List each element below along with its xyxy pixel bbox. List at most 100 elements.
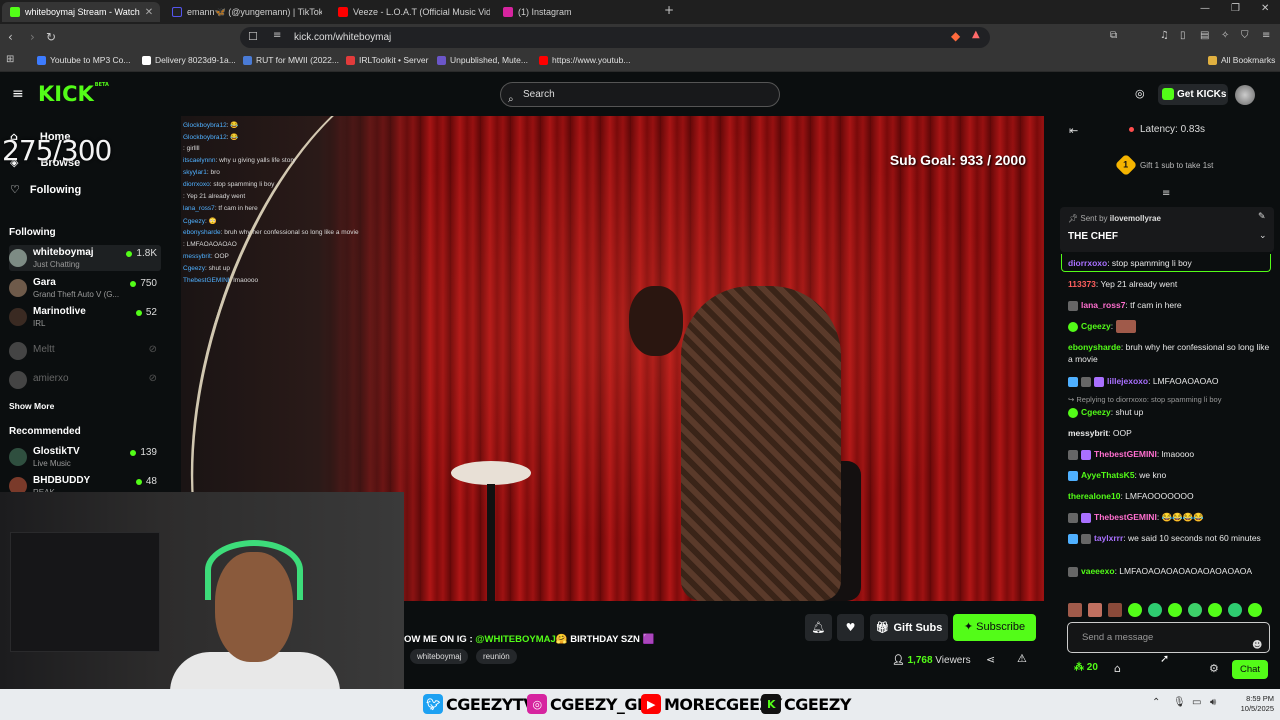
music-icon[interactable]: ♫ bbox=[1160, 30, 1169, 41]
new-tab-icon[interactable]: + bbox=[664, 3, 674, 17]
tray-chevron-icon[interactable]: ⌃ bbox=[1152, 697, 1160, 708]
emote-icon[interactable] bbox=[1168, 603, 1182, 617]
restore-icon[interactable]: ❐ bbox=[1231, 3, 1240, 14]
chevron-down-icon[interactable]: ⌄ bbox=[1259, 231, 1267, 241]
close-window-icon[interactable]: ✕ bbox=[1261, 3, 1269, 14]
tag-reunion[interactable]: reunión bbox=[476, 649, 517, 664]
chat-username[interactable]: ebonysharde bbox=[1068, 342, 1121, 352]
volume-icon[interactable]: 🔊︎ bbox=[1210, 697, 1216, 708]
sidebar-icon[interactable]: ▯ bbox=[1180, 30, 1186, 41]
reload-icon[interactable]: ↻ bbox=[46, 30, 56, 44]
pinned-message[interactable]: 📌︎ Sent by ilovemollyrae THE CHEF ✎ ⌄ bbox=[1060, 207, 1274, 252]
extensions-icon[interactable]: ⧉ bbox=[1110, 30, 1117, 41]
url-field[interactable]: kick.com/whiteboymaj bbox=[240, 27, 990, 48]
chat-username[interactable]: taylxrrr bbox=[1094, 533, 1123, 543]
channel-amierxo[interactable]: amierxo ⊘ bbox=[9, 367, 161, 393]
apps-grid-icon[interactable]: ⊞ bbox=[6, 54, 14, 65]
bookmark-delivery[interactable]: Delivery 8023d9-1a... bbox=[142, 55, 236, 65]
alert-triangle-icon[interactable]: ▲ bbox=[972, 29, 980, 40]
forward-icon[interactable]: › bbox=[30, 30, 35, 44]
channel-gara[interactable]: Gara Grand Theft Auto V (G... 750 bbox=[9, 275, 161, 301]
bookmark-unpublished[interactable]: Unpublished, Mute... bbox=[437, 55, 528, 65]
chat-username[interactable]: vaeeexo bbox=[1081, 566, 1115, 576]
bookmark-irltoolkit[interactable]: IRLToolkit • Server bbox=[346, 55, 428, 65]
channel-points[interactable]: ⁂ 20 bbox=[1074, 662, 1098, 673]
emoji-icon[interactable]: ☻ bbox=[1252, 631, 1262, 660]
chat-username[interactable]: therealone10 bbox=[1068, 491, 1120, 501]
minimize-icon[interactable]: — bbox=[1200, 3, 1210, 14]
system-clock[interactable]: 8:59 PM 10/5/2025 bbox=[1228, 694, 1274, 714]
store-icon[interactable]: ⌂ bbox=[1114, 662, 1121, 675]
chat-username[interactable]: AyyeThatsK5 bbox=[1081, 470, 1135, 480]
close-tab-icon[interactable]: ✕ bbox=[145, 7, 153, 18]
emote-icon[interactable] bbox=[1108, 603, 1122, 617]
chat-username[interactable]: 113373 bbox=[1068, 279, 1096, 289]
user-avatar[interactable] bbox=[1235, 85, 1255, 105]
emote-icon[interactable] bbox=[1208, 603, 1222, 617]
chat-username[interactable]: ThebestGEMINI bbox=[1094, 512, 1157, 522]
back-icon[interactable]: ‹ bbox=[8, 30, 13, 44]
tab-tiktok[interactable]: emann🦋 (@yungemann) | TikTok bbox=[164, 2, 322, 22]
wallet-icon[interactable]: ▤ bbox=[1200, 30, 1209, 41]
bookmark-youtube[interactable]: https://www.youtub... bbox=[539, 55, 630, 65]
collapse-chat-icon[interactable]: ⇤ bbox=[1069, 124, 1078, 137]
chat-input[interactable]: Send a message ☻ bbox=[1067, 622, 1270, 653]
chat-username[interactable]: diorrxoxo bbox=[1068, 258, 1107, 268]
share-icon[interactable]: ⋖ bbox=[986, 653, 995, 666]
subscribe-button[interactable]: ✦ Subscribe bbox=[953, 614, 1036, 641]
emote-icon[interactable] bbox=[1188, 603, 1202, 617]
unpin-icon[interactable]: ✎ bbox=[1258, 212, 1266, 222]
tag-whiteboymaj[interactable]: whiteboymaj bbox=[410, 649, 469, 664]
chat-username[interactable]: Cgeezy bbox=[1081, 407, 1111, 417]
bookmark-rut[interactable]: RUT for MWII (2022... bbox=[243, 55, 339, 65]
gift-leaderboard[interactable]: 1 Gift 1 sub to take 1st bbox=[1114, 153, 1213, 177]
show-more-link[interactable]: Show More bbox=[9, 401, 54, 411]
network-icon[interactable]: ▭ bbox=[1192, 697, 1201, 708]
expand-leaderboard-icon[interactable]: ≡ bbox=[1162, 188, 1170, 199]
chat-username[interactable]: lillejexoxo bbox=[1107, 376, 1148, 386]
bookmark-label: Delivery 8023d9-1a... bbox=[155, 55, 236, 65]
tab-youtube[interactable]: Veeze - L.O.A.T (Official Music Video) bbox=[330, 2, 490, 22]
get-kicks-button[interactable]: Get KICKs bbox=[1158, 84, 1228, 105]
site-info-icon[interactable]: ≡ bbox=[273, 30, 281, 41]
channel-name: whiteboymaj bbox=[33, 247, 94, 258]
brave-shield-icon[interactable]: ◆ bbox=[951, 29, 960, 43]
sparkle-icon[interactable]: ✧ bbox=[1221, 30, 1229, 41]
search-input[interactable]: ⌕ Search bbox=[500, 82, 780, 107]
chat-settings-icon[interactable]: ⚙ bbox=[1209, 662, 1219, 675]
chat-username[interactable]: messybrit bbox=[1068, 428, 1108, 438]
gift-subs-button[interactable]: 🎁︎ Gift Subs bbox=[870, 614, 948, 641]
hamburger-menu-icon[interactable]: ≡ bbox=[12, 86, 24, 102]
prediction-icon[interactable]: ◎ bbox=[1135, 87, 1145, 100]
all-bookmarks[interactable]: All Bookmarks bbox=[1208, 55, 1275, 65]
all-bookmarks-label: All Bookmarks bbox=[1221, 55, 1276, 65]
emote-icon[interactable] bbox=[1088, 603, 1102, 617]
nav-following[interactable]: ♡ Following bbox=[10, 183, 81, 196]
kick-logo[interactable]: KICKBETA bbox=[38, 82, 109, 106]
chat-send-button[interactable]: Chat bbox=[1232, 660, 1268, 679]
channel-meltt[interactable]: Meltt ⊘ bbox=[9, 338, 161, 364]
emote-icon[interactable] bbox=[1068, 603, 1082, 617]
menu-icon[interactable]: ≡ bbox=[1262, 30, 1270, 41]
emote-icon[interactable] bbox=[1228, 603, 1242, 617]
viewer-count-value: 52 bbox=[145, 307, 157, 318]
emote-icon[interactable] bbox=[1128, 603, 1142, 617]
chat-username[interactable]: lana_ross7 bbox=[1081, 300, 1125, 310]
report-warning-icon[interactable]: ⚠ bbox=[1017, 652, 1027, 665]
notification-bell-button[interactable]: 🔔︎ bbox=[805, 614, 832, 641]
viewer-count-value: 139 bbox=[140, 447, 157, 458]
bookmark-yt-mp3[interactable]: Youtube to MP3 Co... bbox=[37, 55, 131, 65]
bookmark-icon[interactable]: ☐ bbox=[248, 30, 258, 43]
tab-instagram[interactable]: (1) Instagram bbox=[495, 2, 655, 22]
channel-glostiktv[interactable]: GlostikTV Live Music 139 bbox=[9, 444, 161, 470]
channel-marinotlive[interactable]: Marinotlive IRL 52 bbox=[9, 304, 161, 330]
tab-kick[interactable]: whiteboymaj Stream - Watch ✕ bbox=[2, 2, 160, 22]
emote-icon[interactable] bbox=[1248, 603, 1262, 617]
microphone-icon[interactable]: 🎙︎ bbox=[1173, 697, 1186, 708]
emote-icon[interactable] bbox=[1148, 603, 1162, 617]
channel-whiteboymaj[interactable]: whiteboymaj Just Chatting 1.8K bbox=[9, 245, 161, 271]
chat-username[interactable]: Cgeezy bbox=[1081, 321, 1111, 331]
follow-heart-button[interactable]: ♥ bbox=[837, 614, 864, 641]
chat-username[interactable]: ThebestGEMINI bbox=[1094, 449, 1157, 459]
shield-icon[interactable]: ⛉ bbox=[1241, 30, 1249, 41]
